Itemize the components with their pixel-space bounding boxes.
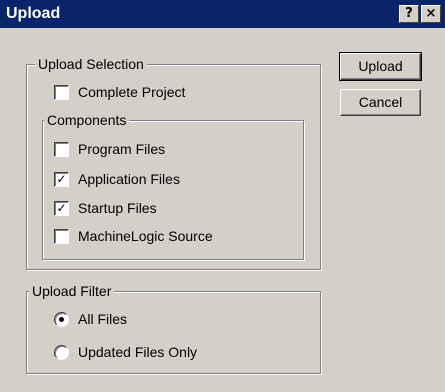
machinelogic-source-checkbox-row[interactable]: MachineLogic Source: [54, 226, 274, 246]
updated-files-only-label: Updated Files Only: [78, 344, 198, 360]
machinelogic-source-checkbox[interactable]: [54, 229, 69, 244]
all-files-radio[interactable]: [54, 312, 69, 327]
startup-files-checkbox[interactable]: ✓: [54, 201, 69, 216]
close-button[interactable]: ×: [421, 5, 441, 23]
startup-files-checkbox-row[interactable]: ✓ Startup Files: [54, 198, 274, 218]
help-button[interactable]: ?: [399, 5, 419, 23]
application-files-checkbox[interactable]: ✓: [54, 172, 69, 187]
updated-files-only-radio[interactable]: [54, 345, 69, 360]
cancel-button[interactable]: Cancel: [340, 89, 421, 116]
application-files-checkbox-row[interactable]: ✓ Application Files: [54, 169, 274, 189]
title-bar[interactable]: Upload ? ×: [0, 0, 445, 28]
components-legend: Components: [44, 111, 130, 129]
upload-dialog: Upload ? × Upload Selection Complete Pro…: [0, 0, 445, 392]
upload-selection-legend: Upload Selection: [35, 55, 147, 73]
complete-project-checkbox-row[interactable]: Complete Project: [54, 82, 254, 102]
machinelogic-source-label: MachineLogic Source: [78, 228, 213, 244]
program-files-label: Program Files: [78, 141, 166, 157]
radio-selected-dot: [59, 317, 64, 322]
application-files-label: Application Files: [78, 171, 180, 187]
upload-filter-group: Upload Filter All Files Updated Files On…: [26, 282, 321, 374]
all-files-label: All Files: [78, 311, 128, 327]
complete-project-label: Complete Project: [78, 84, 186, 100]
all-files-radio-row[interactable]: All Files: [54, 309, 254, 329]
window-title: Upload: [6, 5, 61, 22]
upload-filter-legend: Upload Filter: [29, 282, 115, 300]
updated-files-only-radio-row[interactable]: Updated Files Only: [54, 342, 274, 362]
program-files-checkbox-row[interactable]: Program Files: [54, 139, 274, 159]
components-group: Components Program Files ✓ Application F…: [42, 111, 304, 260]
upload-button[interactable]: Upload: [339, 52, 422, 81]
program-files-checkbox[interactable]: [54, 142, 69, 157]
upload-selection-group: Upload Selection Complete Project Compon…: [26, 55, 321, 270]
complete-project-checkbox[interactable]: [54, 85, 69, 100]
startup-files-label: Startup Files: [78, 200, 157, 216]
